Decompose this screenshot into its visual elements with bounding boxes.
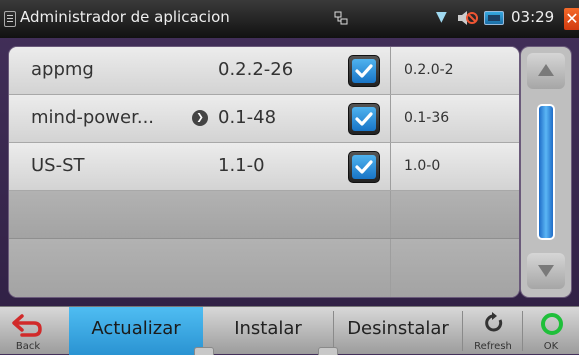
table-row[interactable]: appmg 0.2.2-26 0.2.0-2 <box>9 47 519 95</box>
refresh-label: Refresh <box>474 341 512 352</box>
empty-cell <box>390 191 519 238</box>
update-checkbox[interactable] <box>348 103 380 135</box>
arrow-down-icon <box>538 265 554 277</box>
tab-actualizar[interactable]: Actualizar <box>69 307 203 355</box>
scroll-down-button[interactable] <box>527 253 565 289</box>
available-version: 1.1-0 <box>218 155 265 176</box>
arrow-up-icon <box>538 64 554 76</box>
network-icon <box>334 11 348 25</box>
app-name: mind-power... <box>31 107 155 128</box>
installed-version: 1.0-0 <box>390 143 519 190</box>
table-row[interactable]: US-ST 1.1-0 1.0-0 <box>9 143 519 191</box>
back-arrow-icon <box>12 314 42 337</box>
app-list: appmg 0.2.2-26 0.2.0-2 mind-power... ❯ 0… <box>9 47 519 297</box>
available-version: 0.2.2-26 <box>218 59 294 80</box>
back-label: Back <box>15 341 41 352</box>
available-version: 0.1-48 <box>218 107 277 128</box>
bottom-toolbar: Back Actualizar Instalar Desinstalar Ref… <box>0 306 579 355</box>
info-arrow-icon[interactable]: ❯ <box>192 110 208 126</box>
empty-row <box>9 239 519 297</box>
ok-button[interactable]: OK <box>523 307 579 355</box>
scrollbar[interactable] <box>521 47 571 297</box>
wifi-icon: ▼ <box>436 9 447 25</box>
installed-version: 0.2.0-2 <box>390 47 519 94</box>
scroll-up-button[interactable] <box>527 53 565 89</box>
divider <box>462 311 463 351</box>
app-icon <box>4 11 16 27</box>
refresh-icon <box>485 312 503 332</box>
close-icon[interactable]: ✕ <box>564 8 579 30</box>
clock: 03:29 <box>511 8 555 26</box>
update-checkbox[interactable] <box>348 151 380 183</box>
window-title: Administrador de aplicacion <box>20 8 230 26</box>
status-bar: Administrador de aplicacion ▼ 03:29 ✕ <box>0 0 579 38</box>
app-name: US-ST <box>31 155 85 176</box>
installed-version: 0.1-36 <box>390 95 519 142</box>
tab-instalar[interactable]: Instalar <box>203 307 333 355</box>
update-checkbox[interactable] <box>348 55 380 87</box>
ok-label: OK <box>543 341 559 352</box>
scroll-thumb[interactable] <box>537 104 555 240</box>
back-button[interactable]: Back <box>0 307 56 355</box>
ok-circle-icon <box>541 313 563 335</box>
volume-muted-icon <box>458 11 478 25</box>
app-name: appmg <box>31 59 94 80</box>
empty-row <box>9 191 519 239</box>
empty-cell <box>390 239 519 297</box>
table-row[interactable]: mind-power... ❯ 0.1-48 0.1-36 <box>9 95 519 143</box>
battery-icon <box>484 11 504 25</box>
tab-desinstalar[interactable]: Desinstalar <box>334 307 462 355</box>
refresh-button[interactable]: Refresh <box>464 307 522 355</box>
